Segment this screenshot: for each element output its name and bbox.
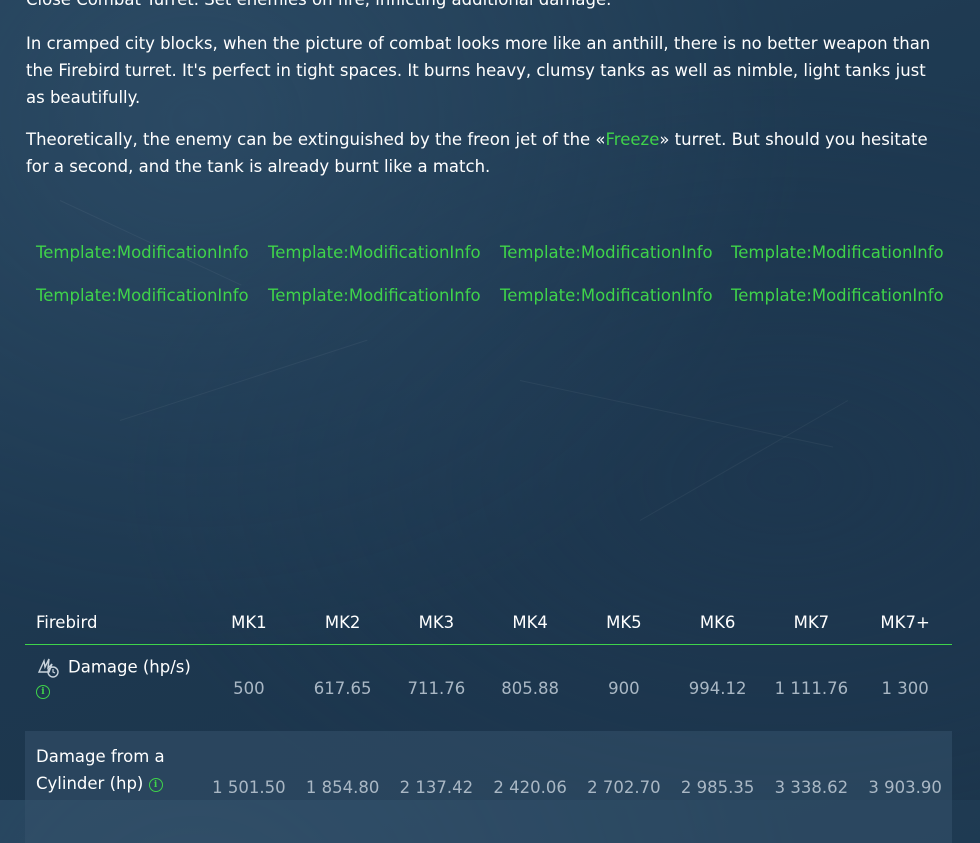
table-header-mk4: MK4: [483, 600, 577, 645]
table-cell: 2 420.06: [493, 777, 567, 797]
table-header-mk6: MK6: [670, 600, 765, 645]
table-cell: 805.88: [501, 678, 559, 698]
modification-info-link[interactable]: Template:ModificationInfo: [36, 286, 249, 305]
table-cell: 994.12: [688, 678, 747, 698]
background-scratch: [119, 339, 368, 421]
table-cell: 2 702.70: [587, 777, 661, 797]
table-header-name: Firebird: [25, 600, 202, 645]
modification-info-link[interactable]: Template:ModificationInfo: [36, 243, 249, 262]
modification-info-link[interactable]: Template:ModificationInfo: [731, 243, 944, 262]
modification-info-link[interactable]: Template:ModificationInfo: [731, 286, 944, 305]
table-cell: 1 854.80: [305, 777, 380, 797]
table-cell: 3 338.62: [774, 777, 849, 797]
table-cell: 617.65: [313, 678, 372, 698]
table-header-mk5: MK5: [577, 600, 671, 645]
damage-label: Damage (hp/s): [68, 657, 191, 677]
table-cell: 900: [608, 678, 640, 698]
table-row-damage: Damage (hp/s) i 500 617.65 711.76 805.88…: [25, 645, 952, 732]
info-icon[interactable]: i: [148, 777, 163, 792]
table-cell: 1 111.76: [774, 678, 849, 698]
table-header-mk3: MK3: [389, 600, 484, 645]
cylinder-damage-label-cell: Damage from a Cylinder (hp) i: [25, 731, 202, 843]
flame-damage-icon: [36, 657, 60, 679]
intro-line: Close Combat Turret. Set enemies on fire…: [26, 0, 946, 13]
modification-info-link[interactable]: Template:ModificationInfo: [500, 286, 713, 305]
background-scratch: [639, 400, 849, 521]
cylinder-damage-label: Damage from a Cylinder (hp): [36, 747, 165, 793]
modification-info-link[interactable]: Template:ModificationInfo: [268, 286, 481, 305]
table-cell: 500: [233, 678, 265, 698]
turret-stats-table: Firebird MK1 MK2 MK3 MK4 MK5 MK6 MK7 MK7…: [25, 600, 952, 843]
table-header-mk1: MK1: [202, 600, 296, 645]
freeze-paragraph: Theoretically, the enemy can be extingui…: [26, 126, 946, 180]
table-cell: 2 137.42: [399, 777, 474, 797]
freeze-paragraph-text-before: Theoretically, the enemy can be extingui…: [26, 130, 606, 149]
table-header-mk7-plus: MK7+: [858, 600, 952, 645]
table-header-mk2: MK2: [295, 600, 390, 645]
description-paragraph: In cramped city blocks, when the picture…: [26, 34, 931, 107]
table-cell: 1 501.50: [212, 777, 286, 797]
freeze-link[interactable]: Freeze: [606, 130, 660, 149]
table-header-mk7: MK7: [764, 600, 859, 645]
modification-info-link[interactable]: Template:ModificationInfo: [500, 243, 713, 262]
table-cell: 2 985.35: [680, 777, 755, 797]
modification-info-link[interactable]: Template:ModificationInfo: [268, 243, 481, 262]
table-cell: 711.76: [407, 678, 466, 698]
table-row-cylinder-damage: Damage from a Cylinder (hp) i 1 501.50 1…: [25, 731, 952, 843]
table-cell: 3 903.90: [868, 777, 942, 797]
background-scratch: [519, 380, 834, 448]
info-icon[interactable]: i: [36, 684, 50, 699]
table-header-row: Firebird MK1 MK2 MK3 MK4 MK5 MK6 MK7 MK7…: [25, 600, 952, 645]
table-cell: 1 300: [881, 678, 929, 698]
damage-label-cell: Damage (hp/s) i: [25, 645, 202, 732]
